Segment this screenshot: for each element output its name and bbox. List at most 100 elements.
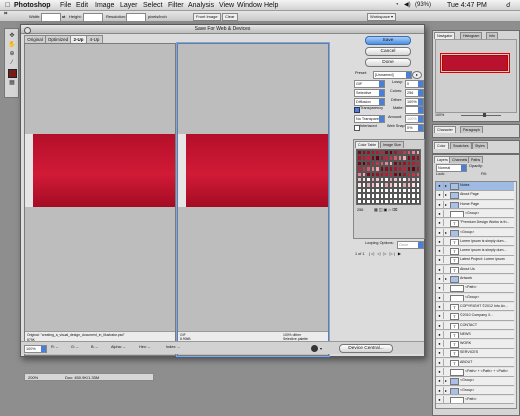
blend-mode-select[interactable]: Normal [436,164,467,172]
matte-select[interactable] [405,106,424,114]
optimize-menu-icon[interactable]: ▸ [412,71,422,79]
expand-arrow-icon[interactable]: ▸ [445,275,447,282]
layer-row[interactable]: ● T About Us [436,265,514,275]
eye-icon[interactable]: ● [436,247,444,255]
layer-row[interactable]: ● T Latest Project: Lorem ipsum [436,256,514,265]
eye-icon[interactable]: ● [436,275,444,282]
navigator-zoom[interactable]: 100% [435,113,444,117]
eye-icon[interactable]: ● [436,265,444,273]
eye-icon[interactable]: ● [436,358,444,366]
amount-field[interactable]: 100% [405,115,424,123]
tab-color[interactable]: Color [434,142,449,149]
color-table-tools[interactable]: ▦◫▣⌂⌫ [374,207,398,212]
expand-arrow-icon[interactable]: ▸ [445,377,447,384]
eye-icon[interactable]: ● [436,377,444,385]
tool-preset-icon[interactable]: ⌗ [4,11,7,17]
layer-row[interactable]: ● ▸ <Group> [436,386,514,396]
save-button[interactable]: Save [365,36,411,45]
menu-window[interactable]: Window [237,1,262,10]
lossy-field[interactable]: 0 [405,80,424,88]
tab-image-size[interactable]: Image Size [380,141,404,148]
tab-character[interactable]: Character [434,126,456,133]
dither-field[interactable]: 100% [405,98,424,106]
tab-color-table[interactable]: Color Table [355,141,380,148]
clock[interactable]: Tue 4:47 PM [447,1,487,10]
hand-tool-icon[interactable]: ✋ [8,42,16,48]
eye-icon[interactable]: ● [436,386,444,394]
width-input[interactable] [41,13,61,22]
tab-paths[interactable]: Paths [468,156,484,163]
layer-row[interactable]: ● <Path> [436,395,514,405]
layer-row[interactable]: ● T CONTACT [436,321,514,330]
menu-analysis[interactable]: Analysis [188,1,214,10]
zoom-tool-icon[interactable]: ⊕ [8,51,16,57]
layer-row[interactable]: ● ▸ Notes [436,182,514,191]
layer-row[interactable]: ● <Group> [436,293,514,303]
layer-row[interactable]: ● T "Premium Design Works is th... [436,219,514,228]
resolution-unit[interactable]: pixels/inch [148,14,167,19]
layer-row[interactable]: ● T SERVICES [436,349,514,358]
expand-arrow-icon[interactable]: ▸ [445,387,447,394]
resolution-input[interactable] [126,13,146,22]
tab-histogram[interactable]: Histogram [460,32,483,39]
eyedropper-tool-icon[interactable]: ⁄ [8,60,16,66]
layer-row[interactable]: ● <Path> + <Path> + <Path> [436,368,514,377]
color-swatch[interactable] [415,198,420,204]
toggle-slices-icon[interactable]: ▦ [8,80,16,86]
color-table-grid[interactable] [356,149,421,205]
menu-help[interactable]: Help [264,1,278,10]
menu-file[interactable]: File [60,1,71,10]
eye-icon[interactable]: ● [436,302,444,310]
eye-icon[interactable]: ● [436,284,444,292]
eye-icon[interactable]: ● [436,340,444,348]
eye-icon[interactable]: ● [436,228,444,236]
layer-row[interactable]: ● <Path> [436,284,514,293]
expand-arrow-icon[interactable]: ▸ [445,191,447,198]
done-button[interactable]: Done [365,58,411,67]
clear-button[interactable]: Clear [222,13,238,21]
menu-edit[interactable]: Edit [76,1,88,10]
navigator-view-box[interactable] [440,53,510,73]
layer-row[interactable]: ● ▸ <Group> [436,377,514,386]
workspace-menu[interactable]: Workspace ▾ [367,13,397,21]
battery-status[interactable]: (93%) [415,1,431,10]
wifi-icon[interactable]: ◔ [395,1,399,10]
looping-select[interactable]: Once [397,241,424,249]
tab-info[interactable]: Info [486,32,498,39]
spotlight-icon[interactable]: ☌ [506,1,511,10]
zoom-select[interactable]: 100% [24,345,47,353]
tab-navigator[interactable]: Navigator [434,32,456,39]
close-window-icon[interactable] [24,27,31,34]
layer-row[interactable]: ● ▸ Artwork [436,275,514,284]
layer-row[interactable]: ● T WORK [436,340,514,349]
cancel-button[interactable]: Cancel [365,47,411,56]
animation-controls[interactable]: |◁ ◁ ▷ ▷| ▶ [369,251,402,256]
eye-icon[interactable]: ● [436,349,444,357]
device-central-button[interactable]: Device Central... [339,344,393,353]
swap-icon[interactable]: ⇄ [62,14,65,19]
dither-algorithm-select[interactable]: Diffusion [354,98,385,106]
original-preview-pane[interactable]: Original: "creating_a_visual_design_docu… [24,43,176,356]
preview-browser-icon[interactable] [311,345,318,352]
layer-row[interactable]: ● T Lorem ipsum is simply dum... [436,247,514,256]
app-menu[interactable]: Photoshop [14,1,51,10]
layer-row[interactable]: ● T Lorem ipsum is simply dum... [436,237,514,247]
eye-icon[interactable]: ● [436,209,444,217]
eye-icon[interactable]: ● [436,293,444,301]
layer-row[interactable]: ● T NEWS [436,330,514,340]
eye-icon[interactable]: ● [436,219,444,227]
layer-row[interactable]: ● T ©2010 Company X... [436,312,514,321]
volume-icon[interactable]: ◀) [404,1,411,10]
apple-menu-icon[interactable]:  [5,1,10,10]
expand-arrow-icon[interactable]: ▸ [445,182,447,189]
eye-icon[interactable]: ● [436,200,444,208]
eyedropper-color-swatch[interactable] [8,69,17,78]
reduction-select[interactable]: Selective [354,89,385,97]
eye-icon[interactable]: ● [436,330,444,338]
menu-select[interactable]: Select [143,1,162,10]
layer-row[interactable]: ● T ABOUT [436,358,514,368]
front-image-button[interactable]: Front Image [193,13,221,21]
optimized-preview-pane[interactable]: GIF 8.90kB 4 sec @ 28.8 Kbps 100% dither… [176,42,330,357]
move-tool-icon[interactable]: ✥ [8,33,16,39]
tab-styles[interactable]: Styles [472,142,488,149]
